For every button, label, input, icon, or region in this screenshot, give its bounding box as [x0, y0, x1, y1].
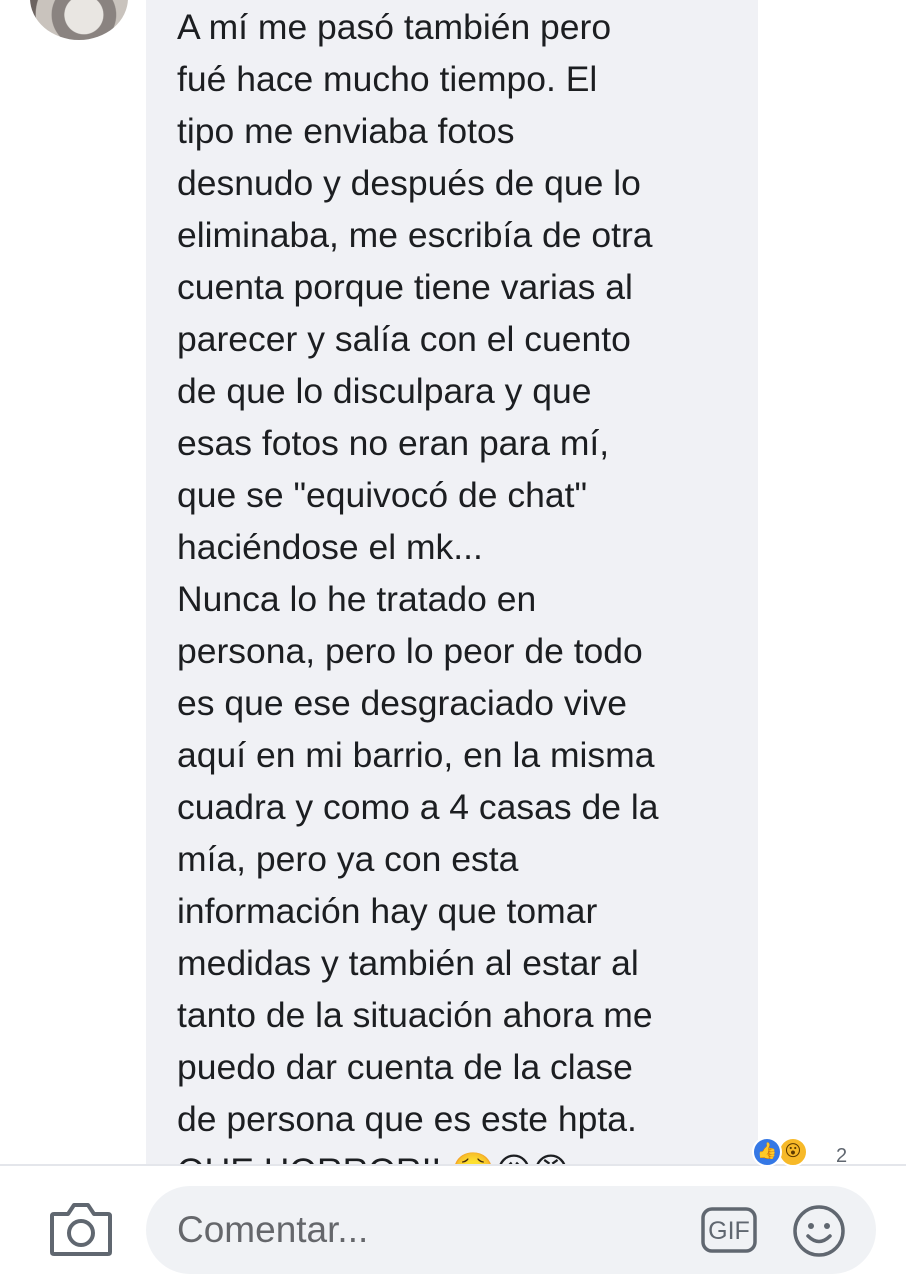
- comment-input[interactable]: Comentar... GIF: [146, 1186, 876, 1274]
- comment-bubble[interactable]: A mí me pasó también pero fué hace mucho…: [146, 0, 758, 1164]
- comment-text: A mí me pasó también pero fué hace mucho…: [177, 7, 659, 1164]
- reaction-summary[interactable]: 👍 😮 2: [752, 1137, 882, 1167]
- like-icon: 👍: [752, 1137, 782, 1167]
- gif-icon[interactable]: GIF: [701, 1206, 757, 1254]
- comment-placeholder: Comentar...: [177, 1209, 369, 1250]
- comment-composer: Comentar... GIF: [0, 1166, 906, 1277]
- wow-icon: 😮: [778, 1137, 808, 1167]
- camera-icon[interactable]: [48, 1200, 114, 1258]
- emoji-icon[interactable]: [792, 1204, 846, 1258]
- gif-label: GIF: [708, 1217, 750, 1245]
- commenter-avatar[interactable]: [30, 0, 128, 40]
